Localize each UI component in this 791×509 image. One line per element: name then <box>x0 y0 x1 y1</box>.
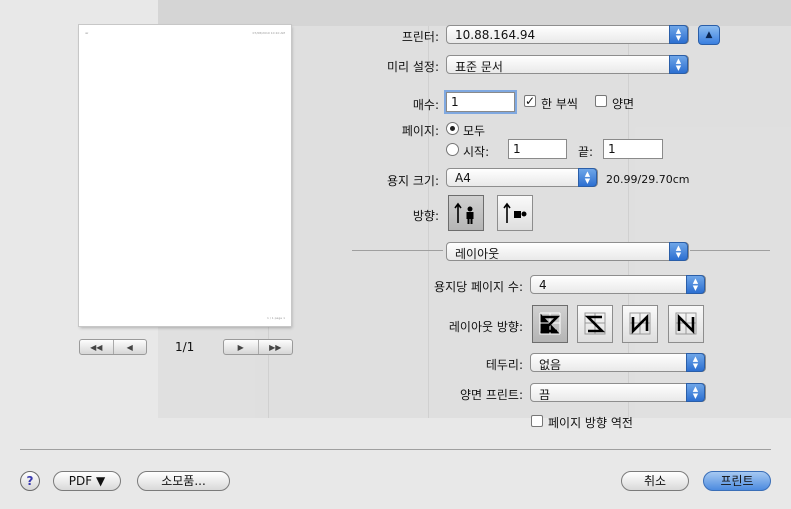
landscape-orientation-button[interactable] <box>497 195 533 231</box>
n-pattern-icon <box>675 312 697 335</box>
reverse-orientation-checkbox[interactable] <box>531 415 543 427</box>
page-preview: ዘዘ 07/08/2010 10:10 AM 1 / 1 page 1 <box>79 25 291 326</box>
pages-all-radio[interactable] <box>446 122 459 135</box>
paper-size-label: 용지 크기: <box>386 174 439 188</box>
section-divider-left <box>352 250 443 251</box>
pages-range-label: 시작: <box>463 145 490 159</box>
preview-footer: 1 / 1 page 1 <box>266 316 285 320</box>
pages-label: 페이지: <box>401 124 439 138</box>
next-page-button[interactable]: ▶ <box>224 340 258 354</box>
popup-arrows-icon: ▲ ▼ <box>686 353 705 372</box>
copies-field[interactable]: 1 <box>446 92 515 112</box>
z-pattern-icon <box>539 312 561 335</box>
last-page-button[interactable]: ▶▶ <box>257 340 293 354</box>
disclosure-up-icon: ▲ <box>705 30 713 40</box>
landscape-person-icon <box>503 202 527 223</box>
layout-z-button[interactable] <box>532 305 568 343</box>
pages-range-radio[interactable] <box>446 143 459 156</box>
presets-popup[interactable]: 표준 문서 ▲ ▼ <box>446 55 689 74</box>
help-icon: ? <box>26 474 34 488</box>
pages-to-field[interactable]: 1 <box>603 139 663 159</box>
help-button[interactable]: ? <box>20 471 40 491</box>
pages-all-label: 모두 <box>463 124 486 138</box>
preview-header-left: ዘዘ <box>85 31 89 35</box>
printer-label: 프린터: <box>401 30 439 44</box>
paper-dimensions: 20.99/29.70cm <box>606 173 690 186</box>
portrait-person-icon <box>454 202 474 224</box>
pages-per-sheet-popup[interactable]: 4 ▲ ▼ <box>530 275 706 294</box>
popup-arrows-icon: ▲ ▼ <box>686 383 705 402</box>
paper-size-value: A4 <box>455 171 471 185</box>
border-popup[interactable]: 없음 ▲ ▼ <box>530 353 706 372</box>
copies-label: 매수: <box>412 98 439 112</box>
collapse-button[interactable]: ▲ <box>698 25 720 45</box>
duplex-label: 양면 <box>612 97 635 111</box>
footer-divider <box>20 449 771 450</box>
printer-popup[interactable]: 10.88.164.94 ▲ ▼ <box>446 25 689 44</box>
two-sided-label: 양면 프린트: <box>459 388 523 402</box>
supplies-button[interactable]: 소모품... <box>137 471 230 491</box>
preview-header-right: 07/08/2010 10:10 AM <box>252 31 285 35</box>
popup-arrows-icon: ▲ ▼ <box>669 55 688 74</box>
first-page-button[interactable]: ◀◀ <box>80 340 113 354</box>
orientation-label: 방향: <box>412 209 439 223</box>
reverse-orientation-label: 페이지 방향 역전 <box>548 416 633 430</box>
layout-direction-label: 레이아웃 방향: <box>448 320 523 334</box>
layout-n-button[interactable] <box>668 305 704 343</box>
section-popup[interactable]: 레이아웃 ▲ ▼ <box>446 242 689 261</box>
s-pattern-icon <box>584 312 606 335</box>
cancel-button[interactable]: 취소 <box>621 471 689 491</box>
previous-page-button[interactable]: ◀ <box>112 340 147 354</box>
preview-back-controls: ◀◀ ◀ <box>79 339 147 355</box>
printer-value: 10.88.164.94 <box>455 28 536 42</box>
page-indicator: 1/1 <box>175 340 195 354</box>
presets-label: 미리 설정: <box>386 60 439 74</box>
two-sided-value: 끔 <box>539 388 551 402</box>
reverse-n-pattern-icon <box>629 312 651 335</box>
collated-checkbox[interactable]: ✓ <box>524 95 536 107</box>
layout-s-button[interactable] <box>577 305 613 343</box>
popup-arrows-icon: ▲ ▼ <box>578 168 597 187</box>
two-sided-popup[interactable]: 끔 ▲ ▼ <box>530 383 706 402</box>
pages-per-sheet-value: 4 <box>539 278 547 292</box>
preview-forward-controls: ▶ ▶▶ <box>223 339 293 355</box>
presets-value: 표준 문서 <box>455 60 503 74</box>
paper-size-popup[interactable]: A4 ▲ ▼ <box>446 168 598 187</box>
layout-n-reverse-button[interactable] <box>622 305 658 343</box>
print-button[interactable]: 프린트 <box>703 471 771 491</box>
border-label: 테두리: <box>485 358 523 372</box>
collated-label: 한 부씩 <box>541 97 578 111</box>
pages-per-sheet-label: 용지당 페이지 수: <box>434 280 523 294</box>
pdf-menu-button[interactable]: PDF ▼ <box>53 471 121 491</box>
section-value: 레이아웃 <box>455 247 500 261</box>
duplex-checkbox[interactable] <box>595 95 607 107</box>
popup-arrows-icon: ▲ ▼ <box>669 242 688 261</box>
popup-arrows-icon: ▲ ▼ <box>669 25 688 44</box>
border-value: 없음 <box>539 358 562 372</box>
pages-from-field[interactable]: 1 <box>508 139 567 159</box>
popup-arrows-icon: ▲ ▼ <box>686 275 705 294</box>
section-divider-right <box>690 250 770 251</box>
portrait-orientation-button[interactable] <box>448 195 484 231</box>
pages-to-label: 끝: <box>578 145 594 159</box>
